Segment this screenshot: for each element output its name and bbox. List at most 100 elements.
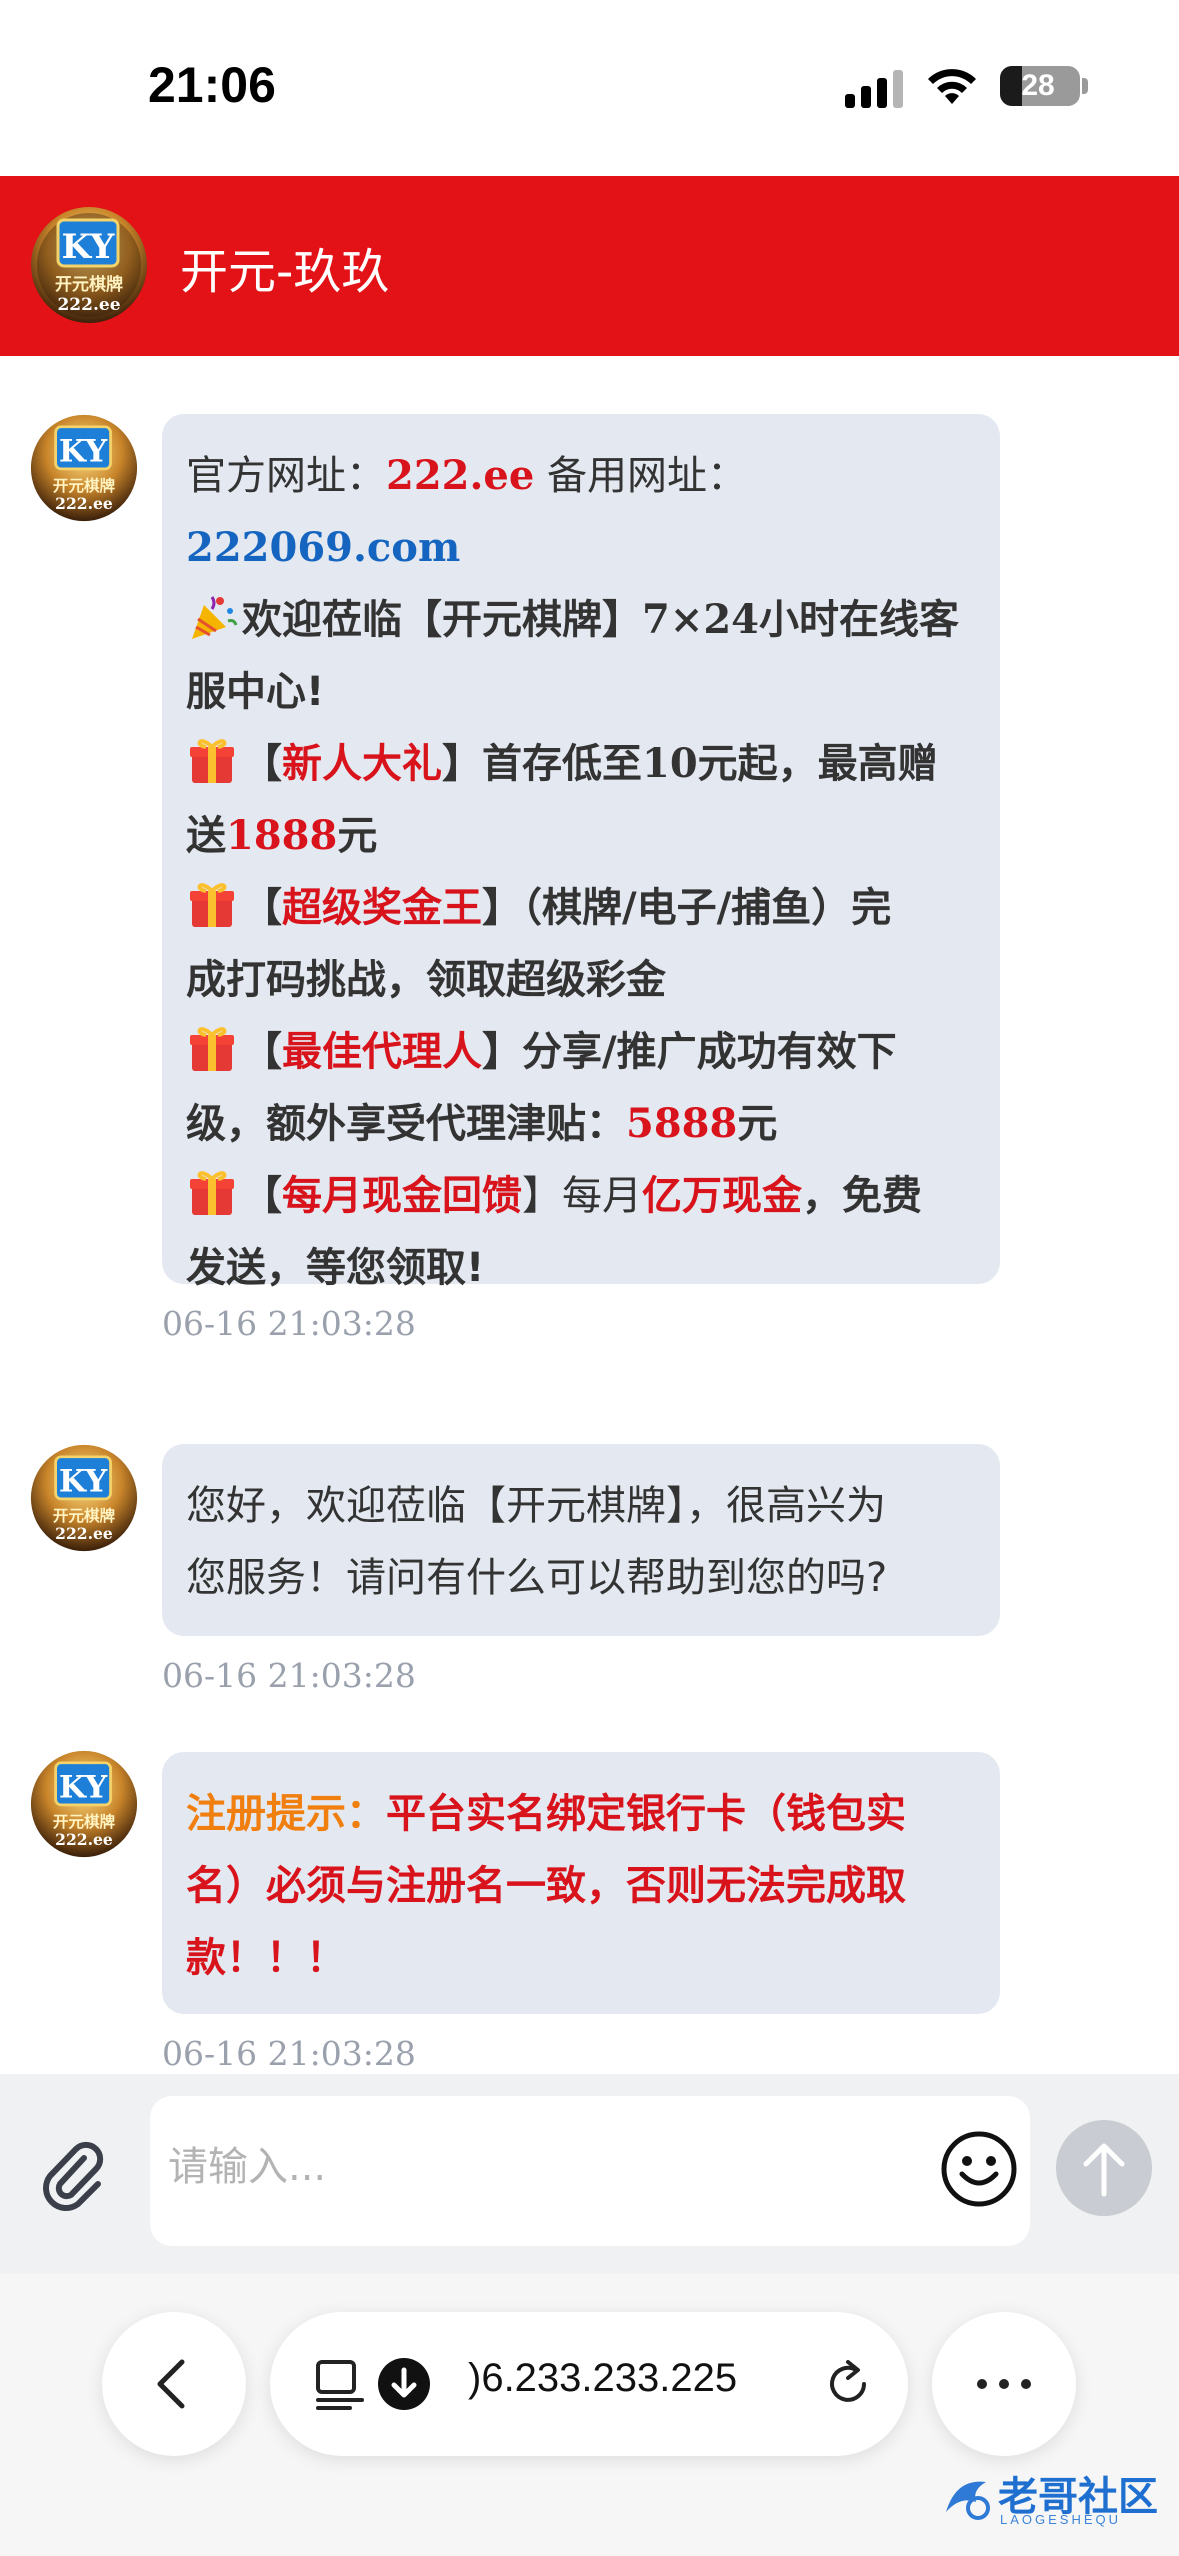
message-line: 【每月现金回馈】每月亿万现金，免费 (186, 1160, 976, 1232)
send-arrow-icon (1083, 2143, 1125, 2197)
status-bar: 21:06 28 (0, 0, 1179, 176)
promo-cashback: 每月现金回馈 (282, 1173, 522, 1219)
avatar-domain: 222.ee (55, 1830, 113, 1849)
message-line: 【超级奖金王】（棋牌/电子/捕鱼）完 (186, 872, 976, 944)
promo-amount: 1888 (226, 812, 338, 859)
message-input-bar (0, 2074, 1179, 2274)
chat-header: KY 开元棋牌 222.ee 开元-玖玖 (0, 176, 1179, 356)
message-timestamp: 06-16 21:03:28 (162, 2034, 416, 2073)
message-line: 【新人大礼】首存低至10元起，最高赠 (186, 728, 976, 800)
message-line: 送1888元 (186, 800, 976, 872)
header-avatar-text: 开元棋牌 (55, 274, 123, 295)
promo-jackpot: 超级奖金王 (282, 885, 482, 931)
send-button[interactable] (1056, 2120, 1152, 2216)
backup-site-link[interactable]: 222069.com (186, 524, 460, 571)
battery-percent: 28 (1021, 69, 1055, 102)
avatar-brand: KY (59, 1770, 108, 1806)
notice-text: 平台实名绑定银行卡（钱包实 (386, 1791, 906, 1837)
message-line: 级，额外享受代理津贴：5888元 (186, 1088, 976, 1160)
gift-icon (190, 883, 234, 927)
message-timestamp: 06-16 21:03:28 (162, 1656, 416, 1695)
bracket: 【 (242, 885, 282, 931)
official-site-link[interactable]: 222.ee (386, 452, 534, 499)
gift-icon (190, 1171, 234, 1215)
smiley-icon[interactable] (940, 2130, 1018, 2208)
reload-icon[interactable] (818, 2354, 878, 2414)
gift-icon (190, 739, 234, 783)
chat-area[interactable]: KY 开元棋牌 222.ee 官方网址：222.ee 备用网址： 222069.… (0, 356, 1179, 2074)
message-line: 发送，等您领取! (186, 1245, 485, 1291)
promo-newcomer: 新人大礼 (282, 741, 442, 787)
promo-text: 级，额外享受代理津贴： (186, 1101, 626, 1147)
promo-text: 】分享/推广成功有效下 (482, 1029, 897, 1075)
promo-agent: 最佳代理人 (282, 1029, 482, 1075)
signal-icon (845, 70, 903, 108)
message-line: 您服务！请问有什么可以帮助到您的吗? (186, 1555, 888, 1601)
promo-amount: 5888 (626, 1100, 738, 1147)
battery-nub (1082, 78, 1088, 94)
message-input[interactable] (168, 2132, 908, 2202)
party-popper-icon (192, 596, 238, 639)
watermark-emblem-icon (946, 2481, 990, 2520)
address-bar[interactable]: )6.233.233.225 (270, 2312, 908, 2456)
message-bubble-greeting[interactable]: 您好，欢迎莅临【开元棋牌】，很高兴为 您服务！请问有什么可以帮助到您的吗? (162, 1444, 1000, 1636)
status-time: 21:06 (148, 57, 276, 113)
chat-title: 开元-玖玖 (180, 244, 390, 300)
battery-icon: 28 (1000, 66, 1080, 106)
header-avatar-brand: KY (62, 227, 116, 267)
hours-text: 7×24 (642, 596, 760, 643)
promo-text: 元起，最高赠 (697, 741, 938, 787)
message-line: 【最佳代理人】分享/推广成功有效下 (186, 1016, 976, 1088)
avatar-brand: KY (59, 434, 108, 470)
browser-toolbar: )6.233.233.225 老哥社区 LAOGESHEQU (0, 2274, 1179, 2556)
bracket: 【 (242, 1173, 282, 1219)
wifi-icon (928, 69, 976, 104)
message-line: 款！！！ (186, 1935, 346, 1981)
message-timestamp: 06-16 21:03:28 (162, 1304, 416, 1343)
message-line: 成打码挑战，领取超级彩金 (186, 957, 666, 1003)
message-line: 服中心! (186, 669, 325, 715)
avatar-domain: 222.ee (55, 494, 113, 513)
header-avatar: KY 开元棋牌 222.ee (31, 207, 147, 323)
gift-icon (190, 1027, 234, 1071)
watermark-subtext: LAOGESHEQU (1000, 2512, 1122, 2527)
message-line: 官方网址：222.ee 备用网址： (186, 440, 976, 512)
welcome-text-cont: 小时在线客 (759, 597, 960, 643)
avatar-text: 开元棋牌 (53, 476, 116, 495)
avatar-brand: KY (59, 1464, 108, 1500)
promo-text: ，免费 (802, 1173, 922, 1219)
paperclip-icon[interactable] (36, 2138, 112, 2214)
bracket: 【 (242, 741, 282, 787)
avatar-text: 开元棋牌 (53, 1506, 116, 1525)
watermark-logo: 老哥社区 LAOGESHEQU (936, 2464, 1166, 2534)
url-text: )6.233.233.225 (468, 2356, 738, 2400)
message-line: 欢迎莅临【开元棋牌】7×24小时在线客 (186, 584, 976, 656)
notice-label: 注册提示： (186, 1791, 386, 1837)
promo-amount: 亿万现金 (642, 1173, 802, 1219)
chevron-left-icon (157, 2359, 185, 2409)
message-line: 222069.com (186, 512, 976, 584)
promo-text: 元 (737, 1101, 778, 1147)
more-dots-icon (977, 2379, 1031, 2389)
message-line: 您好，欢迎莅临【开元棋牌】，很高兴为 (186, 1483, 886, 1529)
backup-site-label: 备用网址： (534, 453, 748, 499)
message-line: 注册提示：平台实名绑定银行卡（钱包实 (186, 1778, 976, 1850)
promo-text: 】（棋牌/电子/捕鱼）完 (482, 885, 892, 931)
agent-avatar: KY 开元棋牌 222.ee (30, 414, 138, 522)
reader-mode-icon[interactable] (310, 2354, 370, 2414)
promo-number: 10 (642, 740, 698, 787)
welcome-text: 欢迎莅临【开元棋牌】 (242, 597, 642, 643)
message-bubble-welcome[interactable]: 官方网址：222.ee 备用网址： 222069.com 欢迎莅临【开元棋牌】7… (162, 414, 1000, 1291)
message-line: 名）必须与注册名一致，否则无法完成取 (186, 1863, 906, 1909)
promo-text: 送 (186, 813, 226, 859)
header-avatar-domain: 222.ee (57, 295, 120, 315)
browser-more-button[interactable] (932, 2312, 1076, 2456)
download-icon[interactable] (376, 2356, 432, 2412)
message-bubble-notice[interactable]: 注册提示：平台实名绑定银行卡（钱包实 名）必须与注册名一致，否则无法完成取 款！… (162, 1752, 1000, 2014)
agent-avatar: KY 开元棋牌 222.ee (30, 1444, 138, 1552)
promo-text: 】首存低至 (442, 741, 642, 787)
agent-avatar: KY 开元棋牌 222.ee (30, 1750, 138, 1858)
promo-text: 元 (337, 813, 378, 859)
avatar-domain: 222.ee (55, 1524, 113, 1543)
browser-back-button[interactable] (102, 2312, 246, 2456)
